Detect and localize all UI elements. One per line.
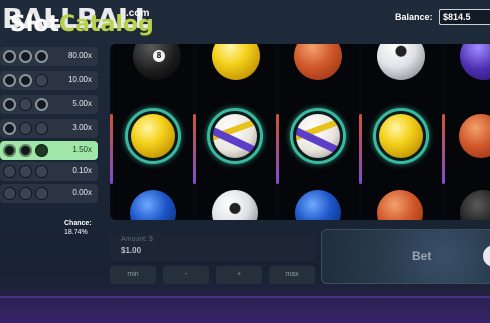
reel-divider	[276, 114, 279, 184]
paytable-row: 0.10x	[0, 162, 98, 181]
chance-value: 18.74%	[64, 229, 88, 236]
increase-button[interactable]: +	[216, 266, 262, 284]
ball-dot-icon	[35, 144, 48, 157]
ball-dot-icon	[35, 98, 48, 111]
bet-button[interactable]: Bet	[321, 229, 490, 284]
reel-divider	[193, 114, 196, 184]
ball-dot-icon	[19, 144, 32, 157]
chance-label: Chance:	[64, 220, 92, 227]
win-ring	[207, 108, 263, 164]
ball-dot-icon	[19, 98, 32, 111]
hit-dots	[3, 74, 48, 87]
footer-bar	[0, 296, 490, 323]
hit-dots	[3, 50, 48, 63]
ball-dot-icon	[3, 165, 16, 178]
paytable-row: 0.00x	[0, 184, 98, 203]
ball-dot-icon	[19, 74, 32, 87]
reel-divider	[442, 114, 445, 184]
hit-dots	[3, 122, 48, 135]
ball-dot-icon	[19, 50, 32, 63]
hit-dots	[3, 165, 48, 178]
win-ring	[373, 108, 429, 164]
ball-dot-icon	[35, 165, 48, 178]
multiplier-value: 80.00x	[67, 51, 92, 60]
paytable-row: 10.00x	[0, 71, 98, 90]
watermark-com: .com	[126, 8, 150, 19]
ball-dot-icon	[3, 144, 16, 157]
max-button[interactable]: max	[269, 266, 315, 284]
ball-dot-icon	[19, 122, 32, 135]
tennis-ball-icon	[379, 114, 423, 158]
paytable-row-active: 1.50x	[0, 141, 98, 160]
balance-value: $814.5	[439, 9, 490, 25]
ball-dot-icon	[19, 187, 32, 200]
min-button[interactable]: min	[110, 266, 156, 284]
ball-dot-icon	[35, 187, 48, 200]
ball-dot-icon	[3, 98, 16, 111]
bet-label: Bet	[412, 249, 432, 263]
amount-label: Amount: $	[121, 236, 153, 243]
multiplier-value: 1.50x	[72, 145, 92, 154]
decrease-button[interactable]: -	[163, 266, 209, 284]
ball-dot-icon	[3, 50, 16, 63]
amount-value[interactable]: $1.00	[121, 246, 141, 255]
paytable-row: 3.00x	[0, 119, 98, 138]
paytable-row: 80.00x	[0, 47, 98, 66]
paytable-row: 5.00x	[0, 95, 98, 114]
multiplier-value: 10.00x	[67, 75, 92, 84]
ball-dot-icon	[3, 187, 16, 200]
balance-label: Balance:	[395, 12, 433, 22]
hit-dots	[3, 98, 48, 111]
ball-dot-icon	[3, 74, 16, 87]
hit-dots	[3, 144, 48, 157]
ball-dot-icon	[35, 50, 48, 63]
win-ring	[290, 108, 346, 164]
multiplier-value: 0.10x	[72, 166, 92, 175]
win-ring	[125, 108, 181, 164]
volleyball-icon	[213, 114, 257, 158]
ball-dot-icon	[35, 74, 48, 87]
ball-dot-icon	[19, 165, 32, 178]
multiplier-value: 0.00x	[72, 188, 92, 197]
volleyball-icon	[296, 114, 340, 158]
tennis-ball-icon	[131, 114, 175, 158]
8-label: 8	[153, 50, 165, 62]
reel-divider	[110, 114, 113, 184]
hit-dots	[3, 187, 48, 200]
footer-divider	[0, 296, 490, 298]
ball-dot-icon	[3, 122, 16, 135]
ball-dot-icon	[35, 122, 48, 135]
autoplay-toggle-icon[interactable]	[483, 245, 490, 267]
reel-area: 8	[110, 44, 490, 220]
watermark-slot: Slot	[10, 12, 60, 37]
multiplier-value: 5.00x	[72, 99, 92, 108]
reel-divider	[359, 114, 362, 184]
multiplier-value: 3.00x	[72, 123, 92, 132]
